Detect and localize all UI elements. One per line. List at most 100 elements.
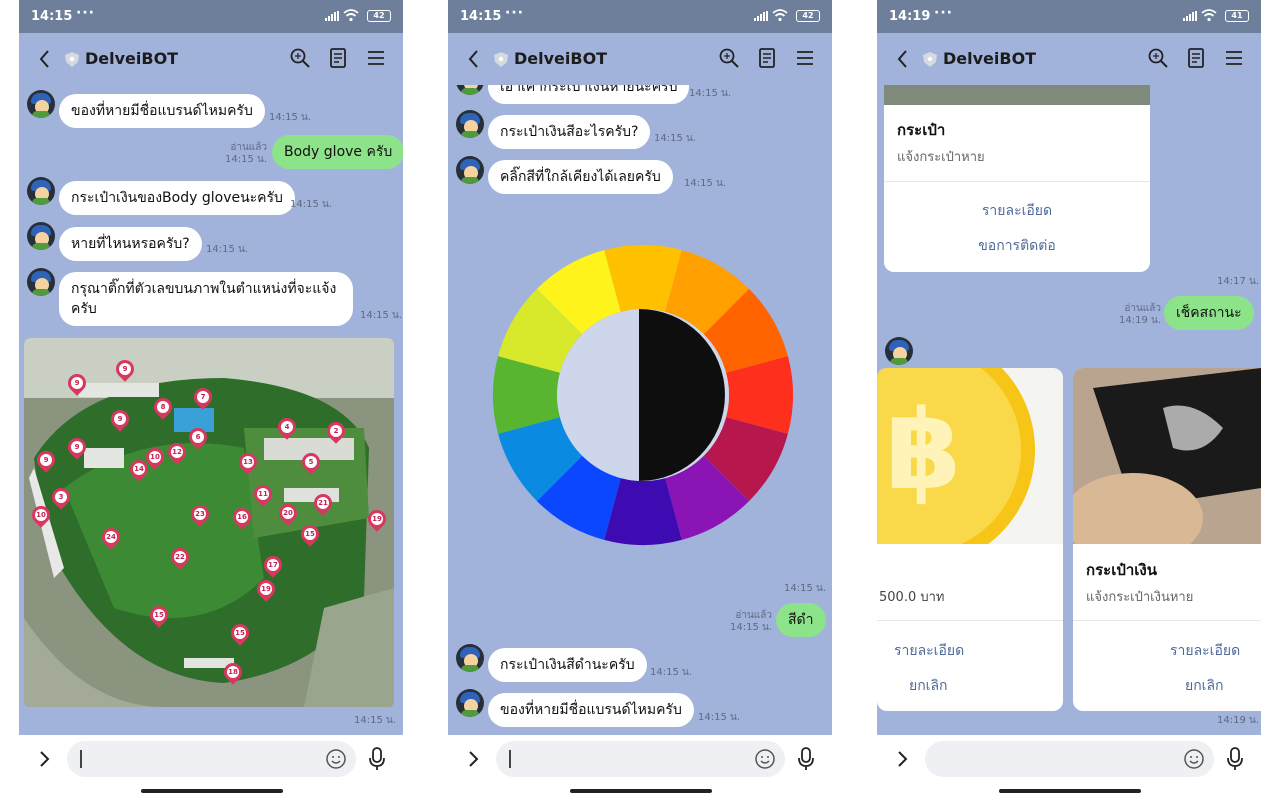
text-caret xyxy=(509,750,511,768)
reward-price: 500.0 บาท xyxy=(879,590,945,605)
details-button[interactable]: รายละเอียด xyxy=(884,200,1150,222)
message-time: 14:15 น. xyxy=(684,178,727,189)
wallet-card: กระเป๋าเงิน แจ้งกระเป๋าเงินหาย รายละเอีย… xyxy=(1073,368,1261,711)
bot-avatar[interactable] xyxy=(27,222,55,250)
message-input[interactable] xyxy=(925,741,1214,777)
status-dots: ··· xyxy=(505,5,524,21)
chevron-right-icon[interactable] xyxy=(37,749,51,769)
menu-icon[interactable] xyxy=(1223,47,1245,69)
mic-icon[interactable] xyxy=(368,747,386,771)
bot-message: หายที่ไหนหรอครับ? xyxy=(59,227,202,261)
bot-message: กระเป๋าเงินของBody gloveนะครับ xyxy=(59,181,295,215)
wallet-photo xyxy=(1073,368,1261,544)
message-list: กระเป๋า แจ้งกระเป๋าหาย รายละเอียด ขอการต… xyxy=(877,85,1261,735)
search-icon[interactable] xyxy=(1147,47,1169,69)
card-divider xyxy=(1073,620,1261,621)
bot-message: กรุณาติ๊กที่ตัวเลขบนภาพในตำแหน่งที่จะแจ้… xyxy=(59,272,353,326)
message-time: 14:15 น. xyxy=(784,583,827,594)
card-subtitle: แจ้งกระเป๋าเงินหาย xyxy=(1086,590,1194,605)
chat-header: DelveiBOT xyxy=(448,33,832,85)
emoji-icon[interactable] xyxy=(754,748,776,770)
battery-icon: 42 xyxy=(796,10,820,22)
chat-screen-1: 14:15 ··· 42 DelveiBOT ของที่หายมีชื่อแบ… xyxy=(19,0,403,800)
signal-icon xyxy=(1183,11,1197,21)
search-icon[interactable] xyxy=(718,47,740,69)
note-icon[interactable] xyxy=(327,47,349,69)
bot-avatar[interactable] xyxy=(456,85,484,95)
card-subtitle: แจ้งกระเป๋าหาย xyxy=(897,150,985,165)
home-indicator[interactable] xyxy=(999,789,1141,793)
emoji-icon[interactable] xyxy=(325,748,347,770)
message-time: 14:15 น. xyxy=(354,715,397,726)
contact-button[interactable]: ขอการติดต่อ xyxy=(884,235,1150,257)
emoji-icon[interactable] xyxy=(1183,748,1205,770)
mic-icon[interactable] xyxy=(797,747,815,771)
bot-message: ของที่หายมีชื่อแบรนด์ไหมครับ xyxy=(59,94,265,128)
wifi-icon xyxy=(343,9,359,22)
details-button[interactable]: รายละเอียด xyxy=(1170,640,1240,662)
status-dots: ··· xyxy=(934,5,953,21)
chevron-right-icon[interactable] xyxy=(895,749,909,769)
card-title: กระเป๋าเงิน xyxy=(1086,561,1157,579)
mic-icon[interactable] xyxy=(1226,747,1244,771)
bot-message: กระเป๋าเงินสีอะไรครับ? xyxy=(488,115,651,149)
message-time: 14:15 น. xyxy=(360,310,403,321)
menu-icon[interactable] xyxy=(365,47,387,69)
bot-avatar[interactable] xyxy=(456,644,484,672)
wifi-icon xyxy=(772,9,788,22)
back-icon[interactable] xyxy=(37,48,53,70)
bot-avatar[interactable] xyxy=(27,177,55,205)
card-divider xyxy=(877,620,1063,621)
lost-bag-card: กระเป๋า แจ้งกระเป๋าหาย รายละเอียด ขอการต… xyxy=(884,85,1150,272)
message-list: เอาเค้ากระเป๋าเงินหายนะครับ 14:15 น. กระ… xyxy=(448,85,832,735)
back-icon[interactable] xyxy=(895,48,911,70)
battery-icon: 42 xyxy=(367,10,391,22)
message-time: 14:19 น. xyxy=(1217,715,1260,726)
text-caret xyxy=(80,750,82,768)
campus-map-image[interactable]: 9 9 9 8 7 9 4 2 6 9 10 12 14 13 5 3 10 1… xyxy=(24,338,394,707)
back-icon[interactable] xyxy=(466,48,482,70)
bot-message: เอาเค้ากระเป๋าเงินหายนะครับ xyxy=(488,85,690,104)
message-time: 14:15 น. xyxy=(654,133,697,144)
bot-avatar[interactable] xyxy=(456,110,484,138)
bot-avatar[interactable] xyxy=(27,268,55,296)
message-time: 14:15 น. xyxy=(269,112,312,123)
cancel-button[interactable]: ยกเลิก xyxy=(1185,675,1224,697)
message-input[interactable] xyxy=(496,741,785,777)
shield-icon xyxy=(494,52,508,67)
bot-avatar[interactable] xyxy=(885,337,913,365)
search-icon[interactable] xyxy=(289,47,311,69)
read-receipt: อ่านแล้ว xyxy=(230,142,267,153)
chat-header: DelveiBOT xyxy=(877,33,1261,85)
bot-avatar[interactable] xyxy=(456,156,484,184)
coin-image: ฿ xyxy=(877,368,1063,544)
shield-icon xyxy=(923,52,937,67)
message-time: 14:15 น. xyxy=(698,712,741,723)
chat-title: DelveiBOT xyxy=(943,49,1037,68)
cancel-button[interactable]: ยกเลิก xyxy=(909,675,948,697)
details-button[interactable]: รายละเอียด xyxy=(894,640,964,662)
status-bar: 14:15 ··· 42 xyxy=(19,0,403,33)
message-input[interactable] xyxy=(67,741,356,777)
status-time: 14:19 xyxy=(889,9,931,24)
user-message: สีดำ xyxy=(776,603,826,637)
color-wheel[interactable] xyxy=(490,242,796,548)
status-bar: 14:15 ··· 42 xyxy=(448,0,832,33)
home-indicator[interactable] xyxy=(570,789,712,793)
chat-screen-3: 14:19 ··· 41 DelveiBOT กระเป๋า แจ้งกระเป… xyxy=(877,0,1261,800)
battery-icon: 41 xyxy=(1225,10,1249,22)
bot-avatar[interactable] xyxy=(27,90,55,118)
note-icon[interactable] xyxy=(1185,47,1207,69)
input-bar xyxy=(19,735,403,800)
chevron-right-icon[interactable] xyxy=(466,749,480,769)
message-time: 14:15 น. xyxy=(689,88,732,99)
message-time: 14:15 น. xyxy=(729,622,772,633)
bot-avatar[interactable] xyxy=(456,689,484,717)
message-time: 14:15 น. xyxy=(290,199,333,210)
card-title: กระเป๋า xyxy=(897,121,946,139)
home-indicator[interactable] xyxy=(141,789,283,793)
chat-screen-2: 14:15 ··· 42 DelveiBOT เอาเค้ากระเป๋าเงิ… xyxy=(448,0,832,800)
message-time: 14:15 น. xyxy=(206,244,249,255)
note-icon[interactable] xyxy=(756,47,778,69)
menu-icon[interactable] xyxy=(794,47,816,69)
